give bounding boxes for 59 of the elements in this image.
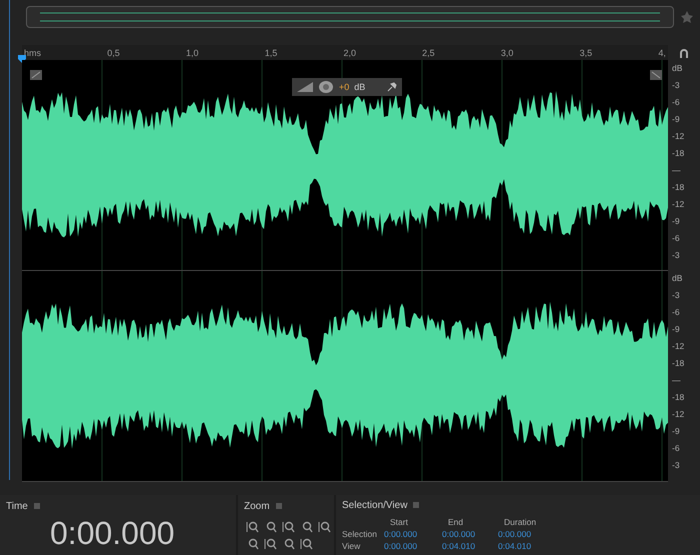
gain-unit: dB [354, 82, 366, 92]
time-value[interactable]: 0:04.010 [442, 541, 498, 551]
overview-bar[interactable] [26, 6, 674, 28]
ruler-label: 0,5 [107, 48, 120, 58]
row-label: View [342, 541, 362, 551]
db-label: -9 [672, 427, 681, 436]
db-label: -12 [672, 132, 686, 141]
ruler-label: 2,5 [422, 48, 435, 58]
db-label: -3 [672, 291, 681, 300]
ruler-label: 4, [658, 48, 666, 58]
db-label: — [672, 376, 682, 385]
column-header: End [447, 517, 464, 527]
time-display: 0:00.000 [50, 517, 176, 549]
db-label: -12 [672, 410, 686, 419]
panel-title: Time [6, 500, 28, 512]
audio-waveform[interactable] [22, 60, 668, 270]
db-label: -18 [672, 359, 686, 368]
ruler-label: 3,5 [580, 48, 592, 58]
db-label: -18 [672, 183, 686, 192]
ruler-label: 2,0 [343, 48, 356, 58]
time-value[interactable]: 0:00.000 [498, 529, 558, 539]
corner-icon[interactable] [30, 70, 42, 80]
knob-icon[interactable] [318, 80, 334, 94]
time-value[interactable]: 0:00.000 [442, 529, 498, 539]
corner-icon[interactable] [650, 70, 662, 80]
panel-title: Selection/View [342, 500, 408, 510]
column-header: Duration [503, 517, 538, 527]
panel-title: Zoom [244, 500, 270, 512]
gain-value[interactable]: +0 [339, 82, 350, 92]
ruler-unit: hms [24, 48, 42, 58]
db-label: -9 [672, 217, 681, 226]
audio-waveform[interactable] [22, 271, 668, 481]
db-label: -6 [672, 234, 681, 243]
magnet-icon[interactable] [678, 46, 690, 58]
db-label: -6 [672, 308, 681, 317]
ruler-label: 3,0 [500, 48, 514, 58]
gain-hud[interactable]: +0 dB [292, 78, 402, 96]
ruler-label: 1,5 [264, 48, 278, 58]
db-label: — [672, 166, 682, 175]
db-label: dB [672, 274, 684, 282]
db-label: -12 [672, 342, 686, 351]
db-label: -6 [672, 98, 681, 107]
zoom-in-icon[interactable] [246, 521, 259, 533]
time-value[interactable]: 0:00.000 [384, 541, 442, 551]
db-label: -3 [672, 81, 681, 90]
row-label: Selection [342, 529, 378, 539]
ruler-label: 1,0 [186, 48, 198, 58]
time-value[interactable]: 0:00.000 [384, 529, 442, 539]
db-label: -3 [672, 461, 681, 470]
db-label: -3 [672, 251, 681, 260]
db-label: -6 [672, 444, 681, 453]
db-label: dB [672, 64, 684, 72]
db-label: -12 [672, 200, 686, 209]
column-header: Start [389, 517, 409, 527]
db-label: -9 [672, 325, 681, 334]
db-label: -9 [672, 115, 681, 124]
time-value[interactable]: 0:04.010 [498, 541, 558, 551]
db-label: -18 [672, 393, 686, 402]
db-label: -18 [672, 149, 686, 158]
